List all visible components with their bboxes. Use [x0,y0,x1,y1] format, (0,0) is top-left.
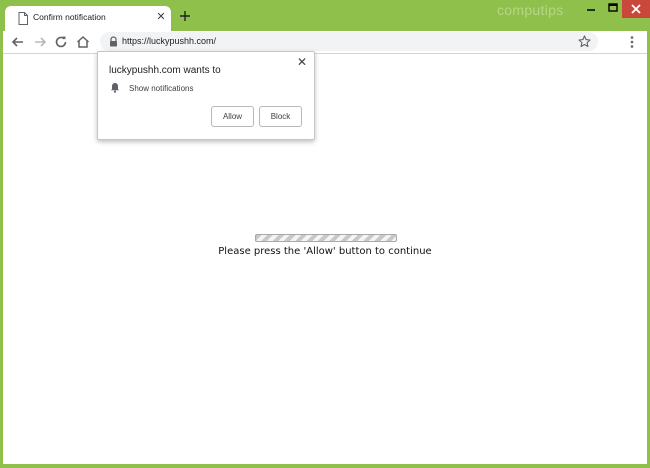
tab-strip: Confirm notification ✕ computips [0,0,650,31]
popup-close-icon[interactable]: ✕ [296,56,308,68]
close-icon[interactable] [622,0,650,18]
forward-arrow-icon[interactable] [32,34,48,50]
tab-close-icon[interactable]: ✕ [155,11,167,23]
plus-icon[interactable] [178,9,192,23]
tab-title: Confirm notification [33,12,106,22]
lock-icon [110,36,117,47]
star-icon[interactable] [578,35,591,48]
url-text[interactable]: https://luckypushh.com/ [122,36,216,46]
tab-confirm-notification[interactable]: Confirm notification ✕ [5,6,171,31]
browser-window: Confirm notification ✕ computips https:/… [0,0,650,468]
back-arrow-icon[interactable] [10,34,26,50]
block-button[interactable]: Block [259,106,302,127]
reload-icon[interactable] [53,34,69,50]
home-icon[interactable] [75,34,91,50]
loading-bar [255,234,397,242]
address-bar[interactable]: https://luckypushh.com/ [100,32,598,51]
allow-button[interactable]: Allow [211,106,254,127]
page-message: Please press the 'Allow' button to conti… [218,246,432,257]
popup-title: luckypushh.com wants to [109,65,221,76]
minimize-icon[interactable] [580,0,602,18]
watermark: computips [497,2,564,18]
bell-icon [111,83,119,93]
maximize-icon[interactable] [602,0,624,18]
notification-permission-popup: luckypushh.com wants to ✕ Show notificat… [97,51,315,140]
document-icon [18,12,28,25]
permission-text: Show notifications [129,84,194,93]
kebab-menu-icon[interactable] [629,35,635,49]
